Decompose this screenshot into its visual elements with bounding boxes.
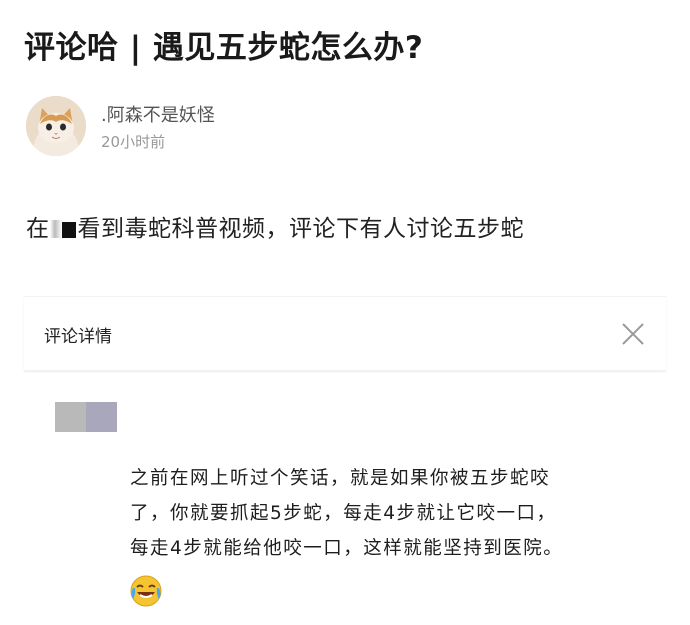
redaction-mark <box>61 222 76 238</box>
redaction-mark <box>49 220 62 238</box>
panel-title: 评论详情 <box>44 327 112 347</box>
post-title: 评论哈 | 遇见五步蛇怎么办? <box>24 30 424 66</box>
post-body-text: 看到毒蛇科普视频，评论下有人讨论五步蛇 <box>77 216 524 242</box>
close-icon <box>622 323 644 345</box>
post-body-prefix: 在 <box>26 216 50 242</box>
close-button[interactable] <box>620 321 646 347</box>
post-body: 在 看到毒蛇科普视频，评论下有人讨论五步蛇 <box>26 209 524 243</box>
comment-detail-panel: 评论详情 之前在网上听过个笑话，就是如果你被五步蛇咬 了，你就要抓起5步蛇，每走… <box>24 296 666 625</box>
avatar-pixel-block <box>86 402 117 432</box>
comment-line: 了，你就要抓起5步蛇，每走4步就让它咬一口， <box>130 503 557 524</box>
commenter-avatar[interactable] <box>55 402 117 432</box>
laughing-crying-emoji-icon <box>129 574 163 608</box>
divider <box>24 370 666 372</box>
comment-line: 之前在网上听过个笑话，就是如果你被五步蛇咬 <box>130 468 551 489</box>
comment-line: 每走4步就能给他咬一口，这样就能坚持到医院。 <box>130 538 564 559</box>
panel-header: 评论详情 <box>24 296 666 371</box>
author-avatar[interactable] <box>26 96 86 156</box>
cat-avatar-icon <box>26 96 86 156</box>
author-name[interactable]: .阿森不是妖怪 <box>101 101 215 127</box>
avatar-pixel-block <box>55 402 86 432</box>
post-timestamp: 20小时前 <box>101 133 166 151</box>
comment-text: 之前在网上听过个笑话，就是如果你被五步蛇咬 了，你就要抓起5步蛇，每走4步就让它… <box>130 461 660 566</box>
